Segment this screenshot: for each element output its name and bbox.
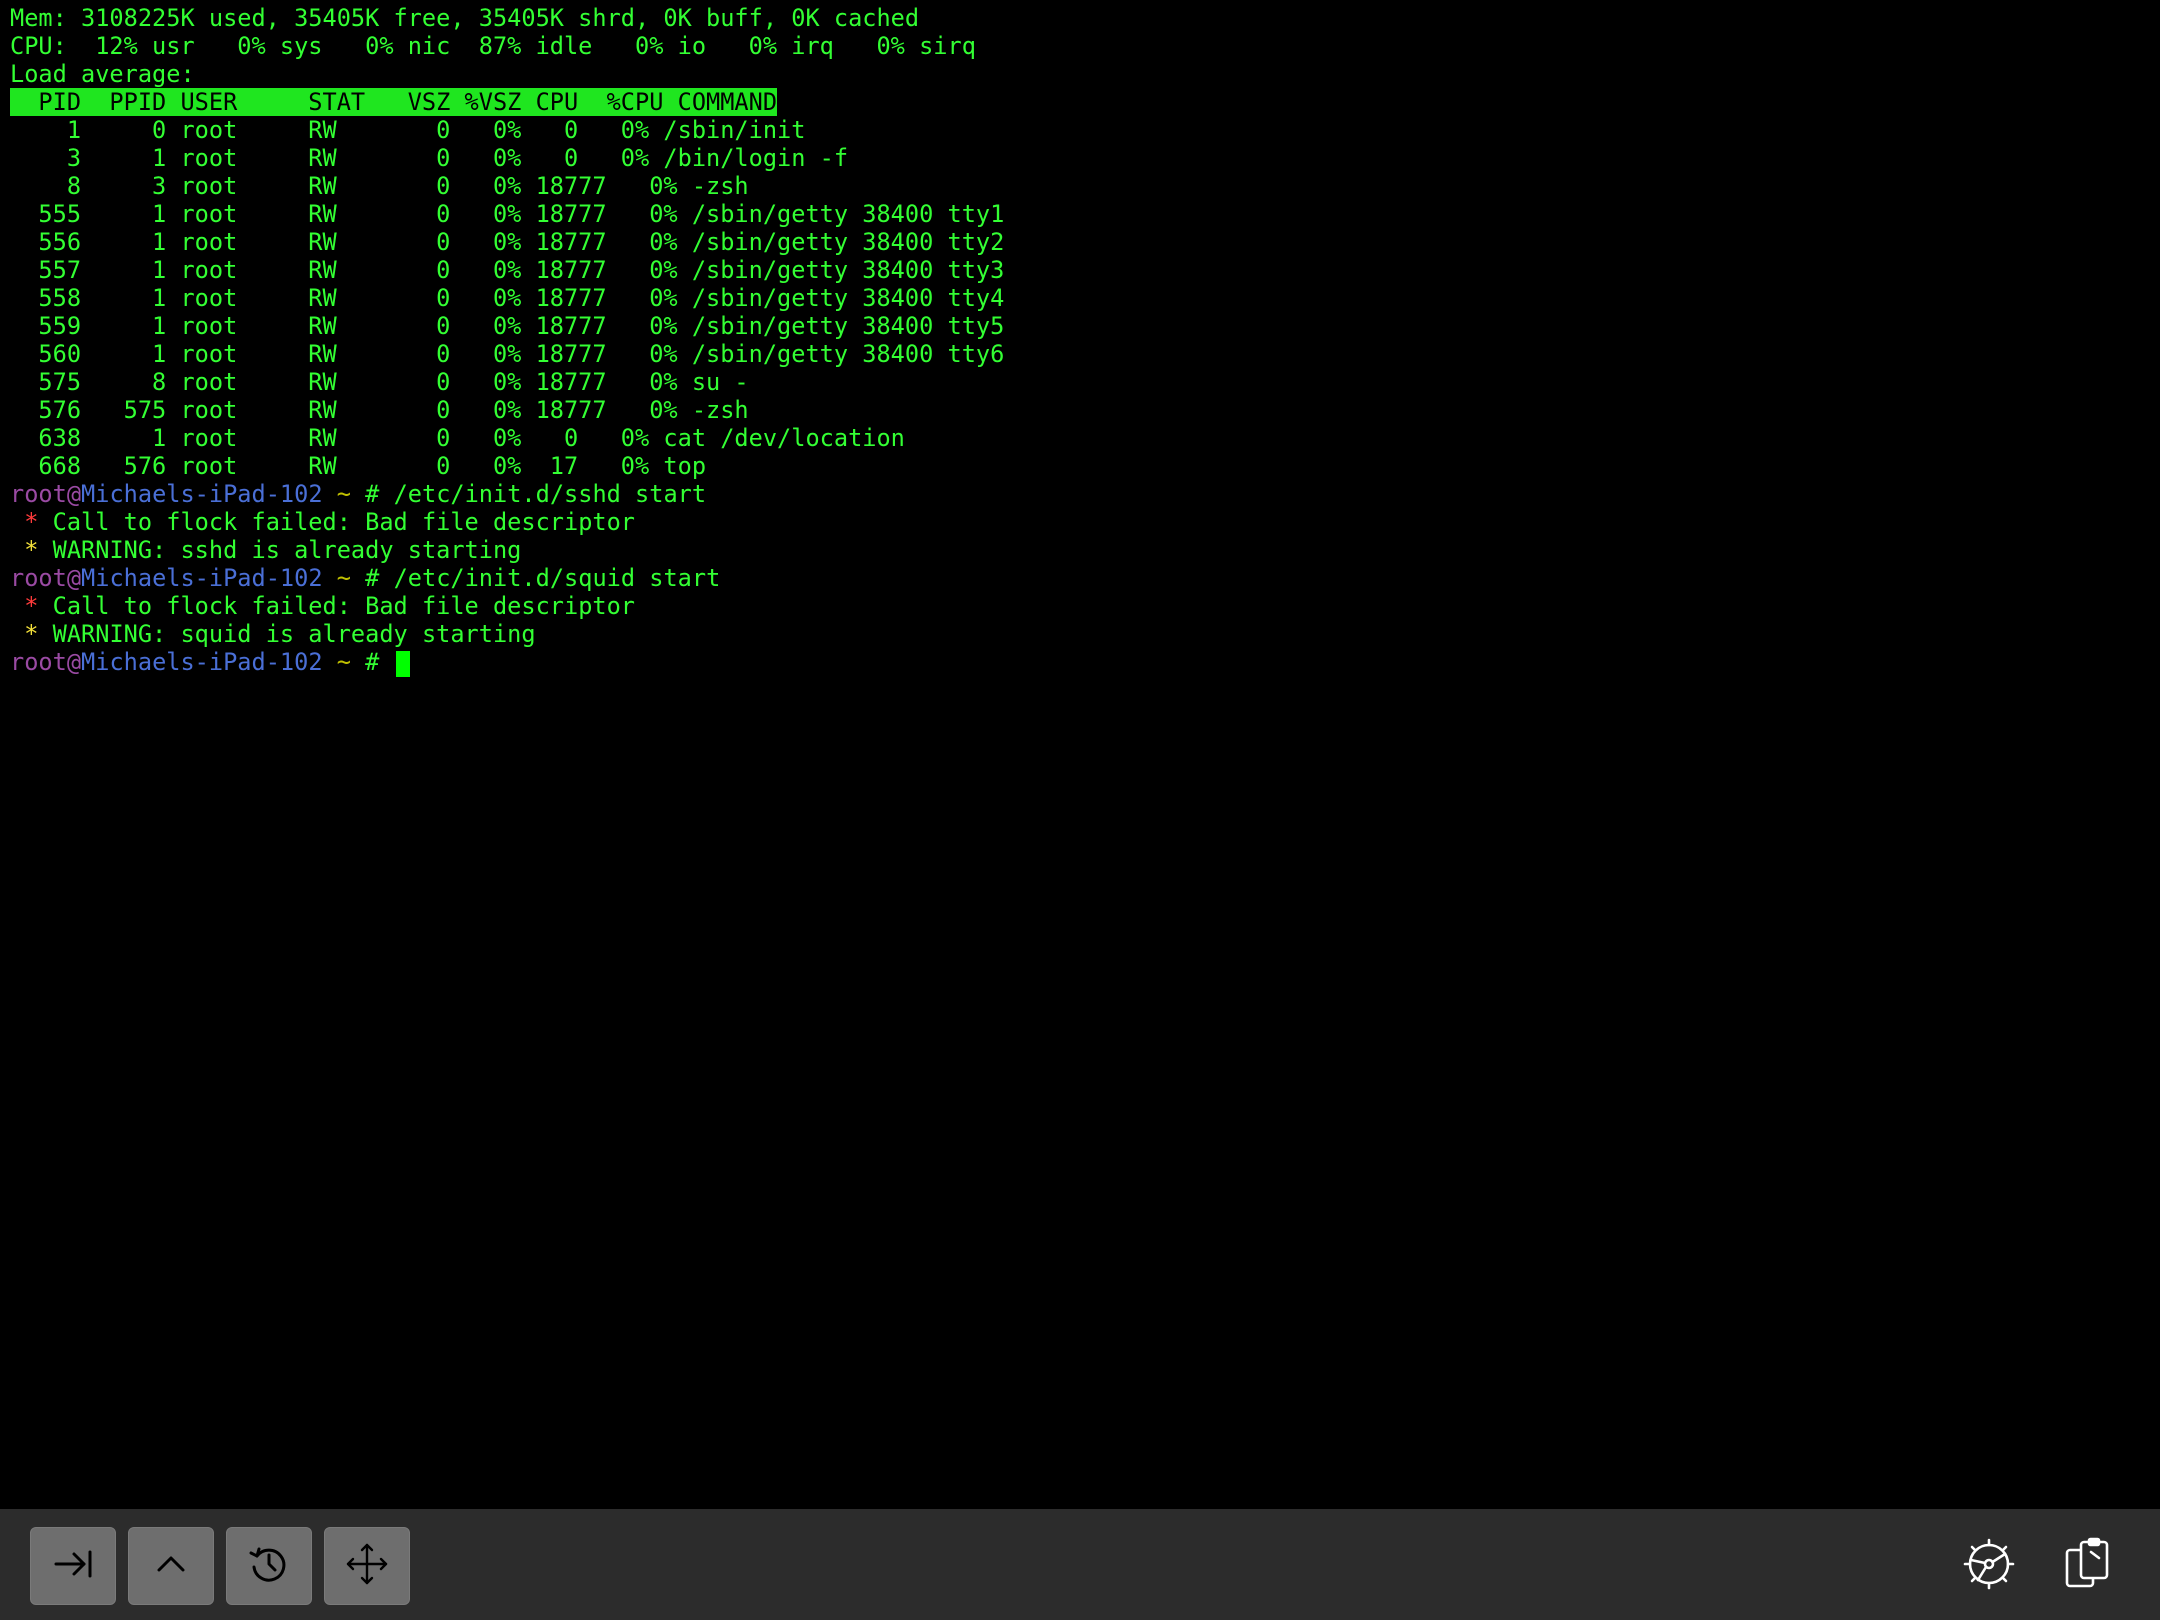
mem-summary: Mem: 3108225K used, 35405K free, 35405K … bbox=[10, 4, 920, 32]
active-prompt-line[interactable]: root@Michaels-iPad-102 ~ # bbox=[10, 648, 2150, 677]
warning-text: WARNING: squid is already starting bbox=[52, 620, 536, 648]
history-button[interactable] bbox=[226, 1527, 312, 1605]
warning-bullet: * bbox=[10, 620, 53, 648]
prompt-tilde: ~ bbox=[322, 480, 351, 508]
prompt-host: Michaels-iPad-102 bbox=[81, 480, 323, 508]
tab-key-button[interactable] bbox=[30, 1527, 116, 1605]
prompt-line: root@Michaels-iPad-102 ~ # /etc/init.d/s… bbox=[10, 564, 2150, 592]
error-bullet: * bbox=[10, 508, 53, 536]
command-text: /etc/init.d/sshd start bbox=[393, 480, 707, 508]
prompt-at: @ bbox=[66, 480, 82, 508]
process-table-header: PID PPID USER STAT VSZ %VSZ CPU %CPU COM… bbox=[10, 88, 778, 116]
cpu-summary: CPU: 12% usr 0% sys 0% nic 87% idle 0% i… bbox=[10, 32, 976, 60]
prompt-user: root bbox=[10, 564, 67, 592]
process-row: 556 1 root RW 0 0% 18777 0% /sbin/getty … bbox=[10, 228, 1005, 256]
prompt-hash: # bbox=[350, 648, 394, 676]
text-cursor[interactable] bbox=[395, 650, 410, 677]
process-row: 1 0 root RW 0 0% 0 0% /sbin/init bbox=[10, 116, 806, 144]
process-row: 559 1 root RW 0 0% 18777 0% /sbin/getty … bbox=[10, 312, 1005, 340]
warning-line: * WARNING: sshd is already starting bbox=[10, 536, 2150, 564]
move-arrows-icon bbox=[344, 1541, 390, 1591]
clipboard-icon bbox=[2059, 1536, 2115, 1596]
move-cursor-button[interactable] bbox=[324, 1527, 410, 1605]
prompt-host: Michaels-iPad-102 bbox=[81, 564, 323, 592]
terminal-screen[interactable]: Mem: 3108225K used, 35405K free, 35405K … bbox=[10, 4, 2150, 1504]
prompt-user: root bbox=[10, 648, 67, 676]
error-bullet: * bbox=[10, 592, 53, 620]
process-row: 557 1 root RW 0 0% 18777 0% /sbin/getty … bbox=[10, 256, 1005, 284]
prompt-at: @ bbox=[66, 564, 82, 592]
process-row: 555 1 root RW 0 0% 18777 0% /sbin/getty … bbox=[10, 200, 1005, 228]
prompt-user: root bbox=[10, 480, 67, 508]
process-row: 558 1 root RW 0 0% 18777 0% /sbin/getty … bbox=[10, 284, 1005, 312]
process-row: 638 1 root RW 0 0% 0 0% cat /dev/locatio… bbox=[10, 424, 905, 452]
settings-button[interactable] bbox=[1954, 1527, 2024, 1605]
error-text: Call to flock failed: Bad file descripto… bbox=[52, 592, 636, 620]
gear-icon bbox=[1961, 1536, 2017, 1596]
process-row: 576 575 root RW 0 0% 18777 0% -zsh bbox=[10, 396, 749, 424]
process-row: 560 1 root RW 0 0% 18777 0% /sbin/getty … bbox=[10, 340, 1005, 368]
control-key-button[interactable] bbox=[128, 1527, 214, 1605]
clipboard-button[interactable] bbox=[2052, 1527, 2122, 1605]
warning-bullet: * bbox=[10, 536, 53, 564]
prompt-at: @ bbox=[66, 648, 82, 676]
tab-key-icon bbox=[50, 1541, 96, 1591]
error-line: * Call to flock failed: Bad file descrip… bbox=[10, 592, 2150, 620]
prompt-hash: # bbox=[350, 564, 394, 592]
prompt-hash: # bbox=[350, 480, 394, 508]
load-average: Load average: bbox=[10, 60, 195, 88]
process-row: 668 576 root RW 0 0% 17 0% top bbox=[10, 452, 707, 480]
error-line: * Call to flock failed: Bad file descrip… bbox=[10, 508, 2150, 536]
warning-text: WARNING: sshd is already starting bbox=[52, 536, 522, 564]
up-arrow-icon bbox=[148, 1541, 194, 1591]
prompt-tilde: ~ bbox=[322, 564, 351, 592]
warning-line: * WARNING: squid is already starting bbox=[10, 620, 2150, 648]
error-text: Call to flock failed: Bad file descripto… bbox=[52, 508, 636, 536]
prompt-line: root@Michaels-iPad-102 ~ # /etc/init.d/s… bbox=[10, 480, 2150, 508]
process-row: 8 3 root RW 0 0% 18777 0% -zsh bbox=[10, 172, 749, 200]
history-icon bbox=[246, 1541, 292, 1591]
command-text: /etc/init.d/squid start bbox=[393, 564, 721, 592]
process-list: 1 0 root RW 0 0% 0 0% /sbin/init 3 1 roo… bbox=[10, 116, 2150, 480]
process-row: 3 1 root RW 0 0% 0 0% /bin/login -f bbox=[10, 144, 849, 172]
process-row: 575 8 root RW 0 0% 18777 0% su - bbox=[10, 368, 749, 396]
prompt-host: Michaels-iPad-102 bbox=[81, 648, 323, 676]
prompt-tilde: ~ bbox=[322, 648, 351, 676]
keyboard-accessory-toolbar bbox=[0, 1509, 2160, 1620]
